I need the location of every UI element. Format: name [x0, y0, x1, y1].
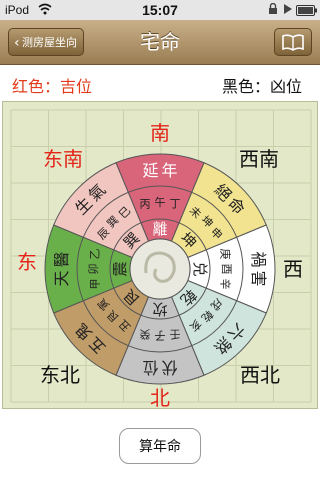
compass-hub — [129, 238, 191, 300]
sector-star-label: 害 — [249, 270, 268, 286]
sector-star-label: 伏 — [161, 358, 177, 377]
calc-year-button[interactable]: 算年命 — [119, 428, 201, 464]
sector-stem-label: 午 — [155, 196, 166, 209]
sector-stem-label: 癸 — [140, 327, 151, 341]
direction-label-southeast: 东南 — [43, 147, 83, 171]
play-icon — [283, 3, 293, 18]
sector-star-label: 禍 — [249, 252, 268, 268]
bagua-compass: 延年丙午丁離絕命未坤申坤禍害庚酉辛兑六煞戌乾亥乾伏位壬子癸坎五鬼 丑艮寅 艮天醫甲卯… — [10, 109, 312, 410]
sector-stem-label: 乙 — [89, 249, 102, 260]
direction-label-southwest: 西南 — [239, 147, 279, 171]
sector-star-label: 延 — [143, 161, 159, 180]
sector-stem-label: 丁 — [169, 198, 180, 211]
sector-trigram-label: 坎 — [152, 300, 167, 318]
sector-stem-label: 酉 — [220, 264, 233, 275]
sector-trigram-label: 離 — [152, 220, 167, 238]
direction-label-west: 西 — [283, 257, 303, 281]
direction-label-north: 北 — [150, 386, 170, 410]
direction-label-south: 南 — [150, 121, 170, 145]
sector-stem-label: 卯 — [87, 264, 100, 275]
legend-bad: 黑色：凶位 — [221, 77, 302, 96]
sector-stem-label: 甲 — [89, 278, 102, 289]
direction-label-east: 东 — [17, 250, 37, 274]
navigation-bar: ‹ 测房屋坐向 宅命 — [0, 20, 320, 65]
compass-frame: 延年丙午丁離絕命未坤申坤禍害庚酉辛兑六煞戌乾亥乾伏位壬子癸坎五鬼丑艮寅艮天醫甲卯… — [2, 101, 318, 410]
direction-label-northeast: 东北 — [40, 363, 80, 387]
sector-star-label: 位 — [143, 358, 159, 377]
legend-good: 红色：吉位 — [12, 77, 93, 96]
sector-trigram-label: 兑 — [191, 261, 209, 276]
sector-star-label: 天 — [52, 270, 71, 286]
lock-icon — [268, 2, 278, 18]
sector-stem-label: 壬 — [169, 327, 180, 340]
book-button[interactable] — [274, 28, 312, 56]
direction-label-northwest: 西北 — [240, 363, 280, 387]
sector-trigram-label: 震 — [111, 261, 129, 276]
color-legend: 红色：吉位 黑色：凶位 — [0, 65, 320, 99]
battery-icon — [296, 5, 318, 19]
sector-star-label: 醫 — [52, 252, 71, 268]
page-title: 宅命 — [140, 30, 180, 54]
sector-stem-label: 辛 — [218, 278, 232, 289]
status-bar: iPod 15:07 — [0, 0, 320, 20]
book-icon — [282, 34, 304, 51]
sector-stem-label: 子 — [155, 329, 166, 342]
sector-star-label: 年 — [161, 161, 177, 180]
sector-stem-label: 庚 — [218, 249, 232, 260]
sector-stem-label: 丙 — [140, 198, 151, 211]
